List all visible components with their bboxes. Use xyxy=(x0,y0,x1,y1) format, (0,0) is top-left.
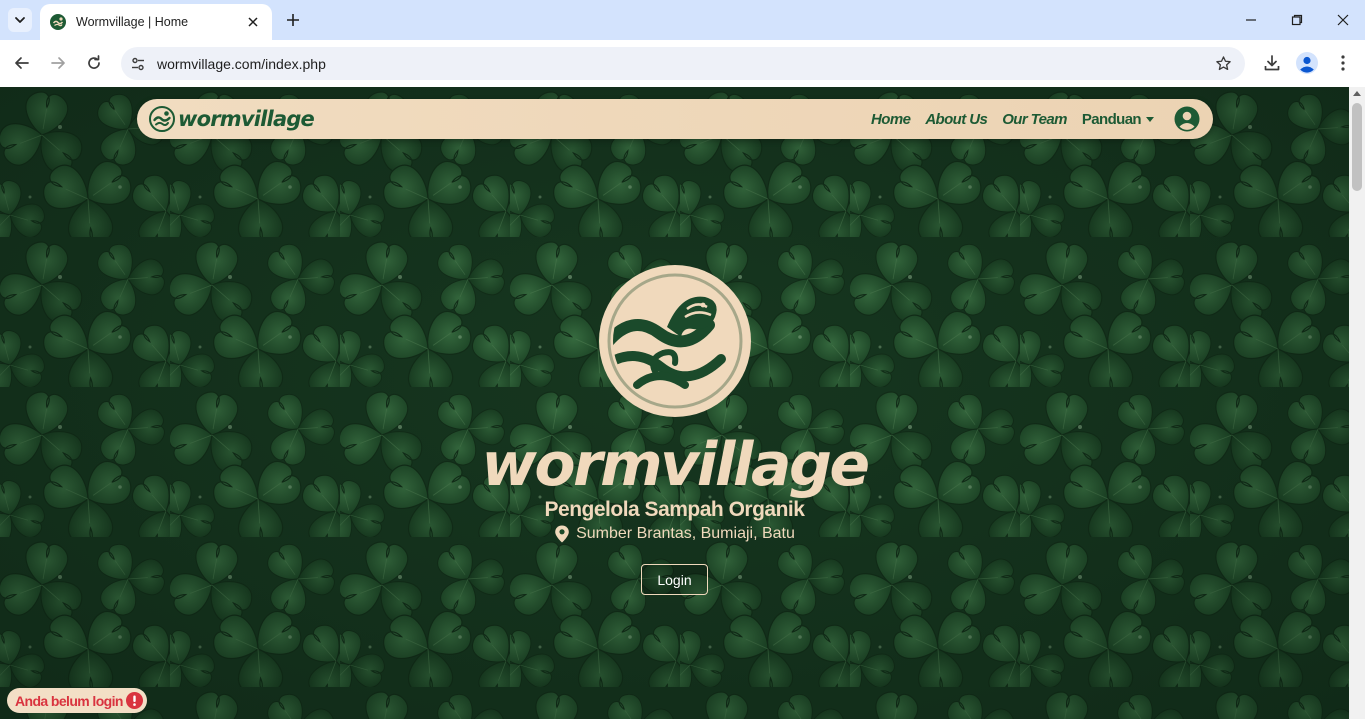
tab-close-button[interactable] xyxy=(244,13,262,31)
profile-avatar-icon xyxy=(1296,52,1318,74)
close-icon xyxy=(1337,14,1349,26)
exclamation-circle-icon xyxy=(125,692,143,709)
bookmark-button[interactable] xyxy=(1211,52,1235,76)
browser-tab-bar: Wormvillage | Home xyxy=(0,0,1365,40)
tab-title: Wormvillage | Home xyxy=(76,15,189,29)
site-info-button[interactable] xyxy=(126,52,150,76)
browser-menu-button[interactable] xyxy=(1330,50,1356,76)
download-icon xyxy=(1264,55,1280,71)
user-circle-icon[interactable] xyxy=(1174,106,1200,132)
hero-title: wormvillage xyxy=(481,430,870,500)
back-button[interactable] xyxy=(8,49,36,77)
minimize-button[interactable] xyxy=(1237,8,1265,32)
nav-link-home[interactable]: Home xyxy=(871,111,911,128)
browser-tab-active[interactable]: Wormvillage | Home xyxy=(40,4,272,40)
new-tab-button[interactable] xyxy=(282,9,304,31)
wormvillage-favicon-icon xyxy=(50,14,66,30)
profile-button[interactable] xyxy=(1294,50,1320,76)
arrow-right-icon xyxy=(51,57,65,69)
hero-logo-emblem xyxy=(599,265,751,417)
chevron-down-icon xyxy=(15,17,25,23)
url-text[interactable]: wormvillage.com/index.php xyxy=(157,56,1211,72)
arrow-left-icon xyxy=(15,57,29,69)
minimize-icon xyxy=(1246,19,1256,21)
close-icon xyxy=(248,17,258,27)
location-text: Sumber Brantas, Bumiaji, Batu xyxy=(576,525,795,542)
page-scrollbar[interactable] xyxy=(1349,87,1365,719)
nav-dropdown-label: Panduan xyxy=(1081,110,1142,128)
caret-down-icon xyxy=(1146,117,1154,123)
close-window-button[interactable] xyxy=(1329,8,1357,32)
forward-button[interactable] xyxy=(44,49,72,77)
hero-location: Sumber Brantas, Bumiaji, Batu xyxy=(0,525,1349,543)
tune-icon xyxy=(132,57,144,70)
restore-icon xyxy=(1291,14,1303,26)
hero-subtitle: Pengelola Sampah Organik xyxy=(544,498,805,521)
scrollbar-thumb[interactable] xyxy=(1352,103,1362,191)
brand-link[interactable]: wormvillage xyxy=(149,106,315,132)
nav-links: Home About Us Our Team Panduan xyxy=(856,106,1200,132)
brand-name: wormvillage xyxy=(178,107,315,131)
restore-button[interactable] xyxy=(1283,8,1311,32)
site-navbar: wormvillage Home About Us Our Team Pandu… xyxy=(137,99,1213,139)
address-bar[interactable]: wormvillage.com/index.php xyxy=(121,47,1245,80)
more-vertical-icon xyxy=(1341,55,1345,71)
login-status-text: Anda belum login xyxy=(15,692,123,709)
login-status-badge: Anda belum login xyxy=(7,688,147,713)
downloads-button[interactable] xyxy=(1259,50,1285,76)
nav-link-about-us[interactable]: About Us xyxy=(925,111,987,128)
reload-button[interactable] xyxy=(80,49,108,77)
star-outline-icon xyxy=(1215,56,1231,71)
nav-link-our-team[interactable]: Our Team xyxy=(1002,111,1067,128)
plus-icon xyxy=(287,14,299,26)
scroll-up-arrow-icon[interactable] xyxy=(1353,91,1361,96)
nav-dropdown-panduan[interactable]: Panduan xyxy=(1082,111,1154,128)
wormvillage-logo-icon xyxy=(149,106,175,132)
tab-search-button[interactable] xyxy=(8,8,32,32)
browser-toolbar: wormvillage.com/index.php xyxy=(0,40,1365,87)
page-viewport: wormvillage Home About Us Our Team Pandu… xyxy=(0,87,1349,719)
login-button[interactable]: Login xyxy=(641,564,708,595)
reload-icon xyxy=(88,55,100,69)
map-pin-icon xyxy=(554,525,570,543)
